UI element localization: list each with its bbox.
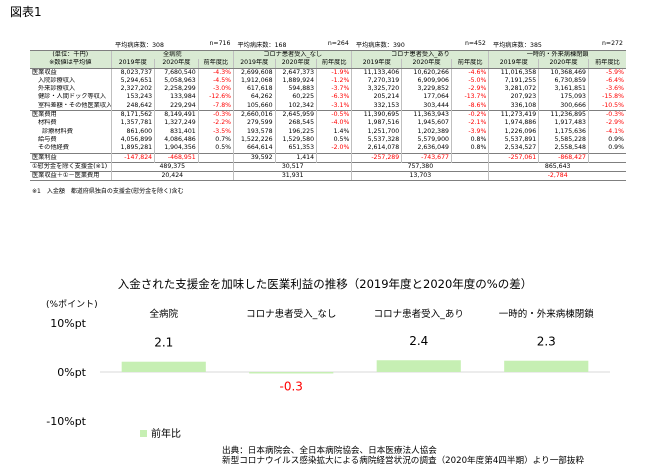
source-line2: 新型コロナウイルス感染拡大による病院経営状況の調査（2020年度第4四半期）より… — [222, 456, 585, 466]
bar-value-label: 2.3 — [537, 335, 556, 349]
y-tick-label: -10%pt — [46, 415, 86, 428]
source-line1: 日本病院会、全日本病院協会、日本医療法人協会 — [247, 446, 437, 456]
y-tick-label: 10%pt — [50, 317, 86, 330]
category-label: コロナ患者受入_あり — [374, 308, 464, 320]
bar-value-label: 2.1 — [154, 336, 173, 350]
category-label: コロナ患者受入_なし — [246, 308, 336, 320]
bar-value-label: 2.4 — [409, 334, 428, 348]
bar — [121, 361, 206, 372]
category-label: 全病院 — [149, 308, 178, 320]
bar — [504, 360, 589, 372]
bar — [376, 360, 461, 372]
source-citation: 出典：日本病院会、全日本病院協会、日本医療法人協会 新型コロナウイルス感染拡大に… — [222, 446, 584, 466]
legend-swatch — [140, 430, 147, 437]
legend-label: 前年比 — [151, 427, 181, 440]
category-label: 一時的・外来病棟閉鎖 — [499, 308, 595, 320]
y-tick-label: 0%pt — [57, 366, 86, 379]
source-prefix: 出典： — [222, 446, 248, 456]
bar — [249, 372, 334, 374]
bar-chart: 10%pt 0%pt -10%pt 2.1 全病院 -0.3 コロナ患者受入_なし 2.4 コロ… — [46, 308, 610, 440]
bar-value-label: -0.3 — [280, 379, 303, 393]
